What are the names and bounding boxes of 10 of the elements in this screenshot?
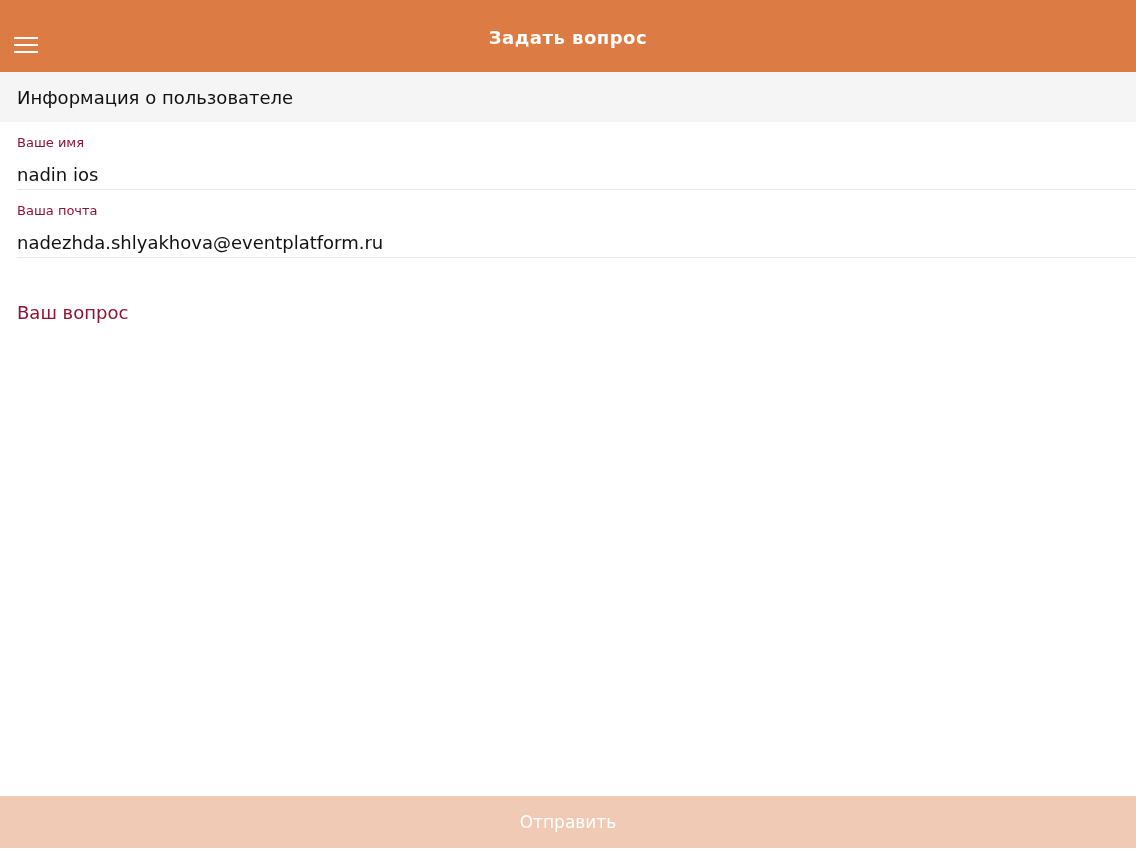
- field-value: nadezhda.shlyakhova@eventplatform.ru: [17, 232, 385, 253]
- menu-icon[interactable]: [13, 36, 39, 54]
- field-value: nadin ios: [17, 164, 100, 185]
- question-label: Ваш вопрос: [17, 302, 130, 323]
- page-title: Задать вопрос: [488, 26, 648, 48]
- section-title: Информация о пользователе: [17, 86, 294, 108]
- form-field[interactable]: Ваше имя nadin ios: [17, 122, 1136, 190]
- field-label: Ваше имя: [17, 135, 85, 150]
- form-field[interactable]: Ваша почта nadezhda.shlyakhova@eventplatform.ru: [17, 190, 1136, 258]
- field-label: Ваша почта: [17, 203, 99, 218]
